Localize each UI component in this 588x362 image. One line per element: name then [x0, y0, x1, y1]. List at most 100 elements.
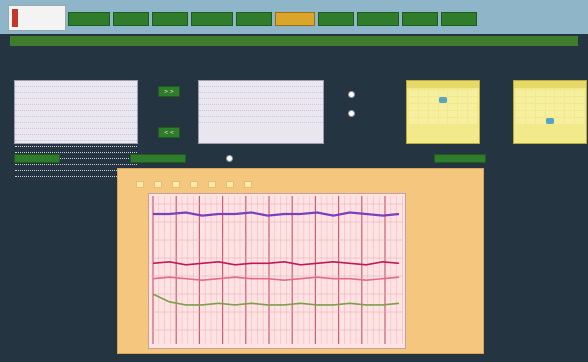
calendar-day[interactable]	[555, 118, 565, 124]
calendar-day[interactable]	[525, 118, 535, 124]
calendar-day[interactable]	[438, 111, 448, 117]
middle-action-button[interactable]	[130, 154, 186, 163]
calendar-day[interactable]	[575, 111, 584, 117]
legend-item[interactable]	[226, 181, 234, 188]
calendar-day[interactable]	[428, 90, 438, 96]
calendar-day[interactable]	[458, 111, 468, 117]
calendar-day[interactable]	[516, 118, 525, 124]
calendar-day[interactable]	[545, 111, 555, 117]
calendar-day[interactable]	[565, 118, 575, 124]
calendar-day[interactable]	[555, 97, 565, 103]
calendar-day[interactable]	[575, 97, 584, 103]
calendar-day[interactable]	[438, 97, 448, 103]
calendar-day[interactable]	[516, 104, 525, 110]
calendar-day[interactable]	[535, 90, 545, 96]
calendar-day[interactable]	[575, 90, 584, 96]
calendar-day[interactable]	[565, 104, 575, 110]
left-action-button[interactable]	[14, 154, 60, 163]
calendar-day[interactable]	[516, 111, 525, 117]
nav-tab-7[interactable]	[318, 12, 354, 26]
nav-tab-8[interactable]	[357, 12, 399, 26]
calendar-day[interactable]	[409, 111, 418, 117]
calendar-day[interactable]	[535, 118, 545, 124]
nav-tab-6[interactable]	[275, 12, 315, 26]
calendar-day[interactable]	[428, 104, 438, 110]
calendar-day[interactable]	[525, 111, 535, 117]
calendar-day[interactable]	[448, 97, 458, 103]
calendar-day[interactable]	[535, 111, 545, 117]
legend-item[interactable]	[208, 181, 216, 188]
nav-tab-3[interactable]	[152, 12, 188, 26]
calendar-day[interactable]	[438, 118, 448, 124]
calendar-day[interactable]	[428, 111, 438, 117]
calendar-day[interactable]	[565, 111, 575, 117]
chart-plot-area[interactable]	[148, 193, 406, 349]
calendar-day[interactable]	[516, 97, 525, 103]
calendar-day[interactable]	[418, 118, 428, 124]
calendar-day[interactable]	[468, 111, 477, 117]
selected-list[interactable]	[198, 80, 324, 144]
nav-tab-4[interactable]	[191, 12, 233, 26]
calendar-day[interactable]	[448, 104, 458, 110]
calendar-day[interactable]	[448, 118, 458, 124]
calendar-day[interactable]	[448, 90, 458, 96]
calendar-day[interactable]	[418, 90, 428, 96]
calendar-day[interactable]	[565, 97, 575, 103]
radio-option-2[interactable]	[348, 110, 358, 117]
calendar-day[interactable]	[516, 90, 525, 96]
calendar-header[interactable]	[514, 81, 586, 88]
calendar-day[interactable]	[409, 97, 418, 103]
calendar-day[interactable]	[418, 104, 428, 110]
calendar-day[interactable]	[565, 90, 575, 96]
calendar-day[interactable]	[458, 90, 468, 96]
legend-item[interactable]	[244, 181, 252, 188]
calendar-day[interactable]	[525, 104, 535, 110]
calendar-day[interactable]	[545, 97, 555, 103]
calendar-day[interactable]	[418, 111, 428, 117]
calendar-day[interactable]	[468, 104, 477, 110]
calendar-day[interactable]	[535, 104, 545, 110]
calendar-day[interactable]	[525, 97, 535, 103]
nav-tab-5[interactable]	[236, 12, 272, 26]
end-date-calendar[interactable]	[513, 80, 587, 144]
calendar-day[interactable]	[575, 118, 584, 124]
calendar-day[interactable]	[409, 104, 418, 110]
calendar-header[interactable]	[407, 81, 479, 88]
calendar-day[interactable]	[555, 111, 565, 117]
nav-tab-9[interactable]	[402, 12, 438, 26]
calendar-day[interactable]	[525, 90, 535, 96]
legend-item[interactable]	[136, 181, 144, 188]
remove-button[interactable]: < <	[158, 127, 180, 138]
calendar-day[interactable]	[545, 104, 555, 110]
radio-option-1[interactable]	[348, 91, 358, 98]
calendar-day[interactable]	[448, 111, 458, 117]
calendar-day[interactable]	[438, 90, 448, 96]
nav-tab-10[interactable]	[441, 12, 477, 26]
nav-tab-1[interactable]	[68, 12, 110, 26]
calendar-day[interactable]	[545, 118, 555, 124]
calendar-day[interactable]	[458, 104, 468, 110]
legend-item[interactable]	[172, 181, 180, 188]
option-checkbox[interactable]	[226, 155, 236, 162]
calendar-day[interactable]	[535, 97, 545, 103]
calendar-day[interactable]	[438, 104, 448, 110]
legend-item[interactable]	[190, 181, 198, 188]
right-action-button[interactable]	[434, 154, 486, 163]
list-item[interactable]	[199, 117, 323, 123]
calendar-day[interactable]	[468, 97, 477, 103]
nav-tab-2[interactable]	[113, 12, 149, 26]
calendar-day[interactable]	[555, 90, 565, 96]
calendar-day[interactable]	[409, 118, 418, 124]
available-list[interactable]	[14, 80, 138, 177]
calendar-day[interactable]	[545, 90, 555, 96]
calendar-day[interactable]	[458, 97, 468, 103]
add-button[interactable]: > >	[158, 86, 180, 97]
legend-item[interactable]	[154, 181, 162, 188]
calendar-day[interactable]	[409, 90, 418, 96]
start-date-calendar[interactable]	[406, 80, 480, 144]
calendar-day[interactable]	[468, 118, 477, 124]
calendar-day[interactable]	[575, 104, 584, 110]
calendar-day[interactable]	[458, 118, 468, 124]
calendar-day[interactable]	[428, 97, 438, 103]
calendar-day[interactable]	[418, 97, 428, 103]
